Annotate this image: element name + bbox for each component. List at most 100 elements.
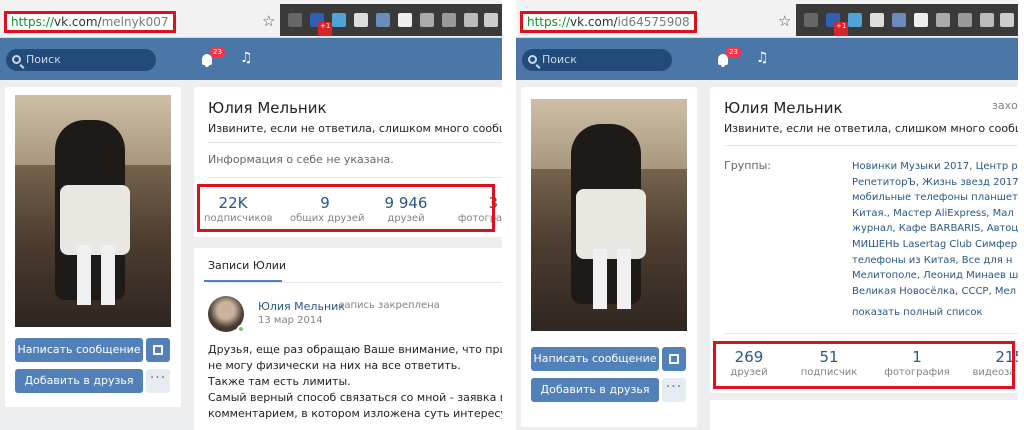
profile-photo[interactable] [15, 95, 171, 327]
groups-line[interactable]: Мелитополе, Леонид Минаев ш [852, 268, 1018, 284]
url-path: id64575908 [617, 15, 690, 29]
profile-about: Информация о себе не указана. [208, 153, 394, 166]
profile-status: Извините, если не ответила, слишком мног… [208, 122, 502, 135]
address-bar[interactable]: https://vk.com/melnyk007 [4, 11, 176, 33]
vk-header: Поиск 23 ♫ [516, 38, 1018, 80]
groups-list: Новинки Музыки 2017, Центр р РепетиторЪ,… [852, 159, 1018, 299]
divider [724, 145, 1018, 146]
font-extension-icon[interactable] [288, 13, 302, 27]
music-note-icon[interactable]: ♫ [756, 50, 769, 66]
photo-shirt [576, 189, 646, 259]
bookmark-star-icon[interactable]: ☆ [778, 14, 791, 29]
groups-line[interactable]: мобильные телефоны планшет [852, 190, 1018, 206]
add-friend-button[interactable]: Добавить в друзья [531, 378, 659, 402]
extension-icon[interactable] [870, 13, 884, 27]
divider [208, 177, 502, 178]
profile-left-column: Написать сообщение Добавить в друзья ··· [521, 87, 697, 427]
extension-icon[interactable] [464, 13, 478, 27]
notification-count-badge: 23 [726, 47, 741, 58]
photo-sock [77, 245, 91, 305]
groups-line[interactable]: Китая., Мастер AliExpress, Мал [852, 206, 1018, 222]
url-protocol: https:// [11, 15, 55, 29]
divider [208, 282, 502, 283]
groups-line[interactable]: телефоны из Китая, Все для н [852, 253, 1018, 269]
extension-icon[interactable] [484, 13, 498, 27]
groups-line[interactable]: РепетиторЪ, Жизнь звезд 2017 [852, 175, 1018, 191]
extension-icon[interactable] [980, 13, 994, 27]
browser-toolbar: https://vk.com/id64575908 ☆ +1 [516, 0, 1018, 38]
add-friend-button[interactable]: Добавить в друзья [15, 369, 143, 393]
extension-icon[interactable] [1000, 13, 1014, 27]
extension-badge: +1 [834, 22, 848, 36]
send-message-button[interactable]: Написать сообщение [531, 347, 659, 371]
gift-icon [669, 354, 679, 364]
notification-count-badge: 23 [210, 47, 225, 58]
gift-button[interactable] [662, 347, 686, 371]
extensions-bar: +1 [280, 4, 502, 36]
pinned-label: запись закреплена [339, 300, 440, 311]
post-text-line: комментарием, в котором изложена суть ин… [208, 407, 502, 420]
groups-line[interactable]: Новинки Музыки 2017, Центр р [852, 159, 1018, 175]
red-highlight-frame [197, 184, 495, 232]
extension-icon[interactable] [354, 13, 368, 27]
search-placeholder: Поиск [26, 53, 61, 66]
show-full-list-link[interactable]: показать полный список [852, 307, 983, 318]
groups-label: Группы: [724, 159, 771, 172]
post-author-name[interactable]: Юлия Мельник [258, 300, 345, 313]
extension-icon[interactable] [958, 13, 972, 27]
url-domain: vk.com/ [54, 15, 102, 29]
search-placeholder: Поиск [542, 53, 577, 66]
post-text-line: Также там есть лимиты. [208, 375, 351, 388]
groups-line[interactable]: журнал, Кафе BARBARIS, Автоц [852, 221, 1018, 237]
photo-shirt [60, 185, 130, 255]
address-bar[interactable]: https://vk.com/id64575908 [520, 11, 697, 33]
url-path: melnyk007 [101, 15, 169, 29]
extension-icon[interactable] [442, 13, 456, 27]
font-extension-icon[interactable] [804, 13, 818, 27]
gift-icon [153, 345, 163, 355]
profile-photo[interactable] [531, 99, 687, 331]
extension-icon[interactable] [398, 13, 412, 27]
post-text-line: Друзья, еще раз обращаю Ваше внимание, ч… [208, 343, 502, 356]
extension-icon[interactable] [892, 13, 906, 27]
next-card [710, 400, 1018, 430]
last-seen-text: захо [992, 99, 1018, 112]
extension-icon[interactable] [848, 13, 862, 27]
search-input[interactable]: Поиск [6, 49, 156, 71]
wall-posts-card: Записи Юлии Юлия Мельник запись закрепле… [194, 248, 502, 430]
extension-icon[interactable] [332, 13, 346, 27]
vk-header: Поиск 23 ♫ [0, 38, 502, 80]
online-indicator [237, 325, 245, 333]
extension-icon[interactable] [376, 13, 390, 27]
search-input[interactable]: Поиск [522, 49, 672, 71]
divider [208, 142, 502, 143]
post-text-line: Самый верный способ связаться со мной - … [208, 391, 502, 404]
profile-left-column: Написать сообщение Добавить в друзья ··· [5, 87, 181, 407]
post-date[interactable]: 13 мар 2014 [258, 315, 323, 326]
post-text-line: не могу физически на них на все ответить… [208, 359, 461, 372]
groups-line[interactable]: Великая Новосёлка, СССР, Мел [852, 284, 1018, 300]
send-message-button[interactable]: Написать сообщение [15, 338, 143, 362]
profile-name: Юлия Мельник [208, 99, 327, 117]
url-protocol: https:// [527, 15, 571, 29]
photo-sock [593, 249, 607, 309]
extension-icon[interactable] [936, 13, 950, 27]
extension-icon[interactable] [420, 13, 434, 27]
url-domain: vk.com/ [570, 15, 618, 29]
bookmark-star-icon[interactable]: ☆ [262, 14, 275, 29]
more-actions-button[interactable]: ··· [662, 378, 686, 402]
red-highlight-frame [713, 341, 1015, 389]
groups-line[interactable]: МИШЕНЬ Lasertag Club Симфер [852, 237, 1018, 253]
music-note-icon[interactable]: ♫ [240, 50, 253, 66]
browser-toolbar: https://vk.com/melnyk007 ☆ +1 [0, 0, 502, 38]
photo-sock [617, 249, 631, 309]
tab-posts[interactable]: Записи Юлии [208, 259, 286, 272]
search-icon [528, 55, 537, 64]
gift-button[interactable] [146, 338, 170, 362]
extension-icon[interactable] [914, 13, 928, 27]
photo-sock [101, 245, 115, 305]
more-actions-button[interactable]: ··· [146, 369, 170, 393]
extension-badge: +1 [318, 22, 332, 36]
left-screenshot-panel: https://vk.com/melnyk007 ☆ +1 Поиск 23 ♫ [0, 0, 502, 430]
profile-status: Извините, если не ответила, слишком мног… [724, 122, 1018, 135]
